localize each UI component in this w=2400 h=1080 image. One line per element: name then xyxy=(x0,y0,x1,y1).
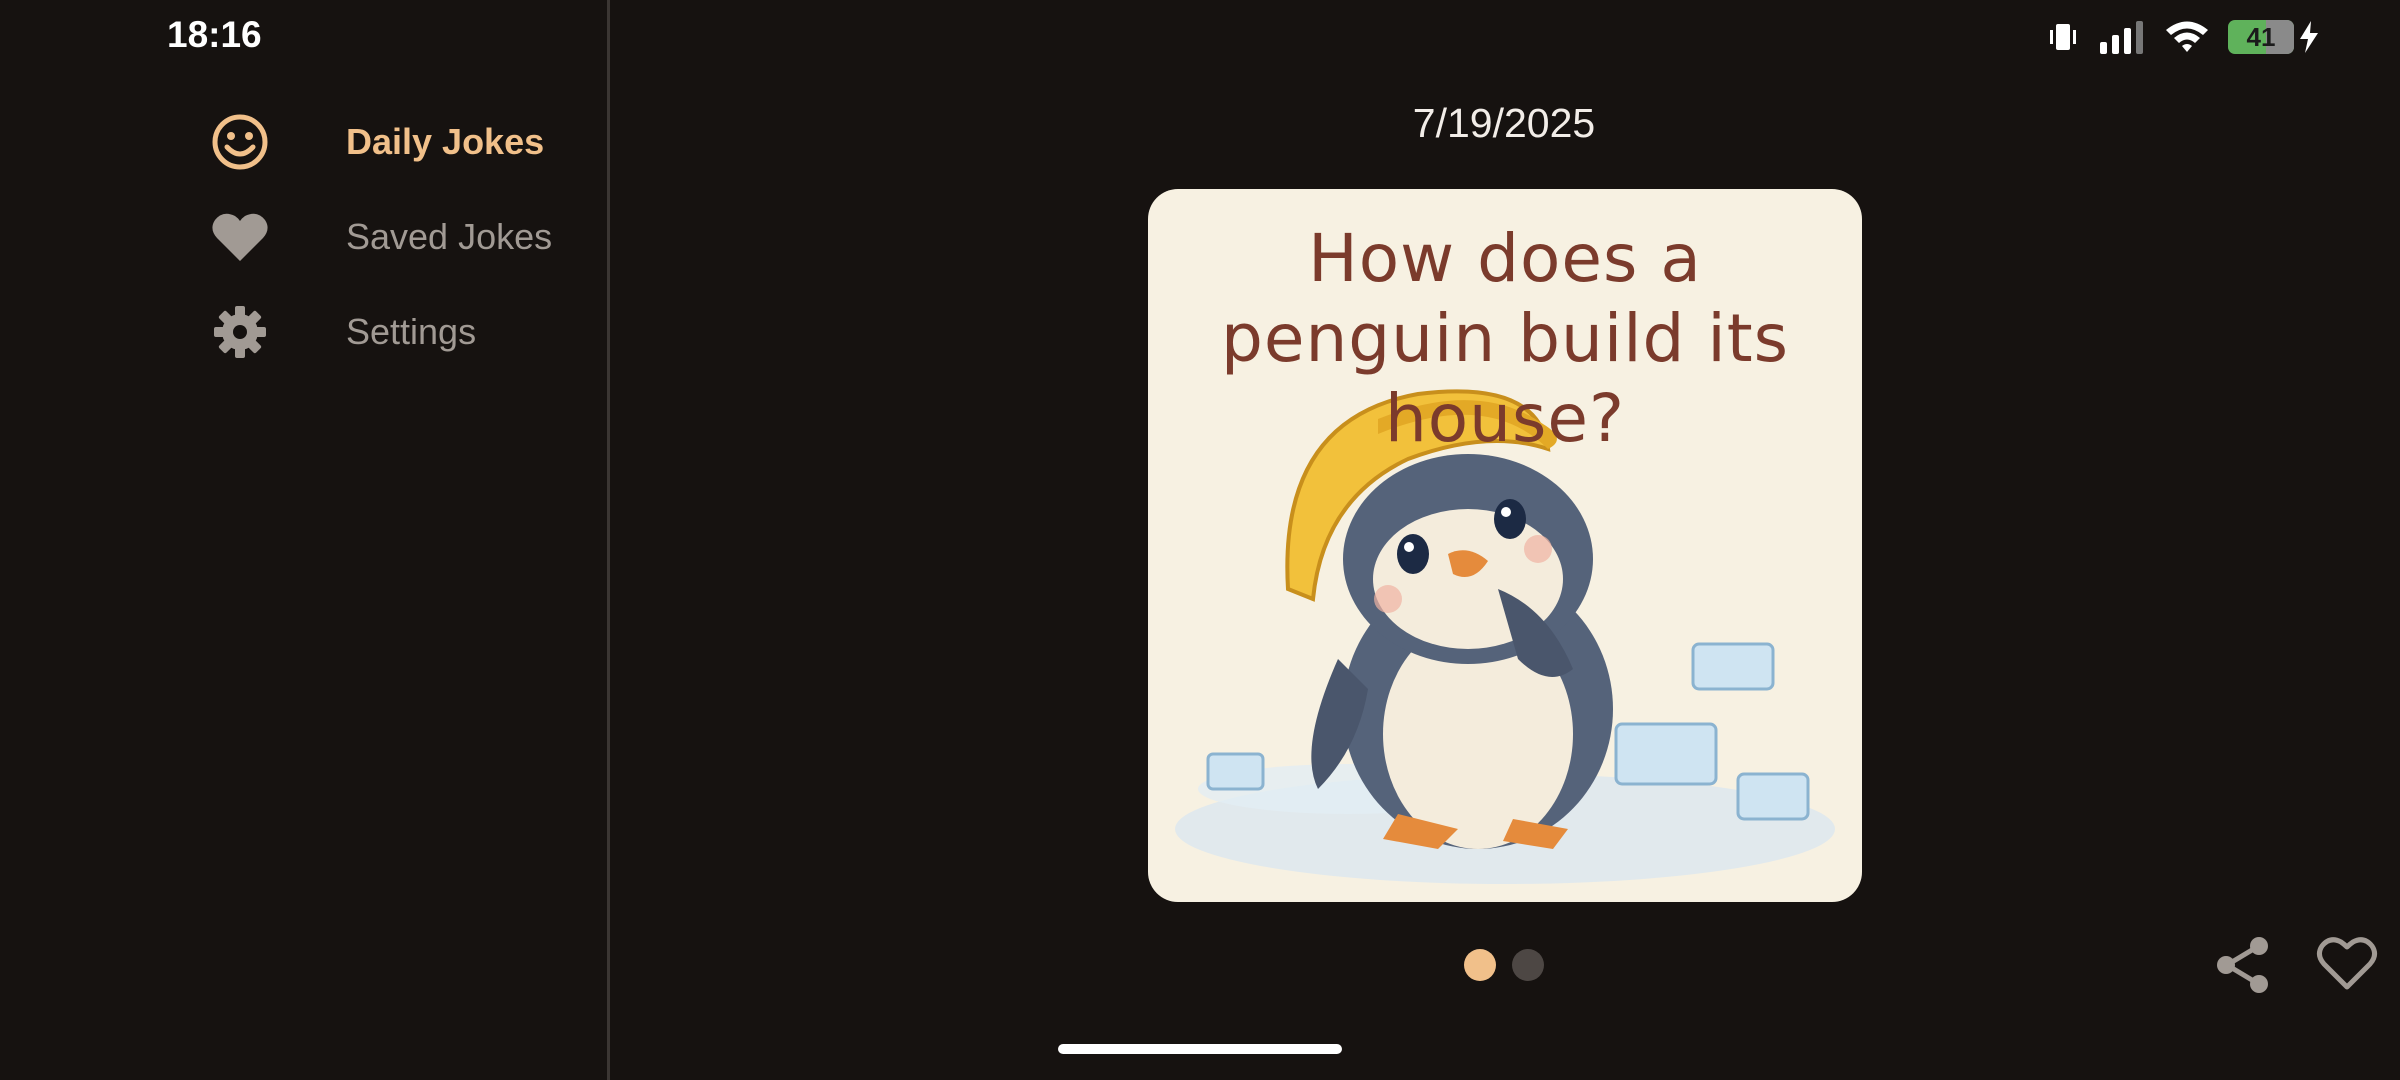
nav-item-label: Daily Jokes xyxy=(346,121,545,162)
page-indicator xyxy=(1464,949,1544,981)
nav-item-daily-jokes[interactable]: Daily Jokes xyxy=(200,102,580,182)
nav-item-saved-jokes[interactable]: Saved Jokes xyxy=(200,197,580,277)
page-dot-1[interactable] xyxy=(1464,949,1496,981)
battery-percent: 41 xyxy=(2246,21,2276,52)
signal-icon xyxy=(2100,21,2143,54)
joke-card[interactable]: How does a penguin build its house? xyxy=(1148,189,1862,902)
gear-icon xyxy=(200,292,280,372)
nav-divider xyxy=(607,0,610,1080)
home-indicator[interactable] xyxy=(1058,1044,1342,1054)
share-icon xyxy=(2217,937,2268,993)
joke-question: How does a penguin build its house? xyxy=(1220,220,1790,457)
joke-date: 7/19/2025 xyxy=(1412,100,1596,146)
heart-outline-icon xyxy=(2316,937,2378,990)
battery-icon: 41 xyxy=(2228,20,2294,54)
nav-item-label: Settings xyxy=(346,311,477,352)
nav-item-label: Saved Jokes xyxy=(346,216,553,257)
wifi-icon xyxy=(2166,21,2208,52)
heart-icon xyxy=(200,197,280,277)
charging-icon xyxy=(2300,21,2318,53)
status-icons: 41 xyxy=(2046,16,2320,58)
favorite-button[interactable] xyxy=(2316,935,2378,995)
vibrate-icon xyxy=(2050,24,2076,50)
share-button[interactable] xyxy=(2213,935,2273,995)
page-dot-2[interactable] xyxy=(1512,949,1544,981)
navigation-rail: Daily Jokes Saved Jokes Settings xyxy=(0,0,608,1080)
smiley-icon xyxy=(200,102,280,182)
nav-item-settings[interactable]: Settings xyxy=(200,292,580,372)
